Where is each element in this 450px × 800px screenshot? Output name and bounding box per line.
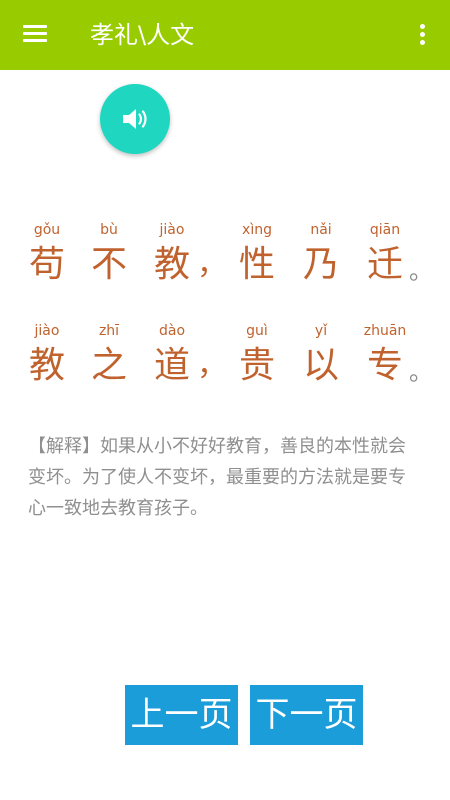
verse-char-cell: dào 道 xyxy=(150,322,194,388)
previous-page-button[interactable]: 上一页 xyxy=(125,685,238,745)
verse-char-cell: nǎi 乃 xyxy=(299,221,343,287)
pinyin: gǒu xyxy=(33,222,61,238)
verse-char-cell: zhī 之 xyxy=(87,322,131,388)
pinyin: zhuān xyxy=(363,323,407,339)
next-page-button[interactable]: 下一页 xyxy=(250,685,363,745)
verse-line-2: jiào 教 zhī 之 dào 道 ， guì 贵 yǐ 以 zhuān 专 … xyxy=(25,322,445,392)
pinyin: zhī xyxy=(98,323,120,339)
explanation-text: 【解释】如果从小不好好教育，善良的本性就会变坏。为了使人不变坏，最重要的方法就是… xyxy=(28,436,406,519)
verse-char-cell: guì 贵 xyxy=(235,322,279,388)
pinyin: jiào xyxy=(159,222,185,238)
pinyin: bù xyxy=(100,222,118,238)
hanzi: 之 xyxy=(90,345,127,386)
verse-char-cell: xìng 性 xyxy=(235,221,279,287)
play-audio-button[interactable] xyxy=(100,84,170,154)
pinyin: jiào xyxy=(34,323,60,339)
verse-char-cell: qiān 迁 xyxy=(363,221,407,287)
verse-char-cell: jiào 教 xyxy=(150,221,194,287)
pinyin: qiān xyxy=(369,222,401,238)
pinyin: guì xyxy=(246,323,268,339)
comma: ， xyxy=(197,348,227,383)
hamburger-menu-icon[interactable] xyxy=(23,25,47,43)
app-title: 孝礼\人文 xyxy=(90,21,195,49)
period: 。 xyxy=(409,358,433,386)
more-options-icon[interactable] xyxy=(416,24,428,46)
verse-char-cell: bù 不 xyxy=(87,221,131,287)
hanzi: 以 xyxy=(302,345,339,386)
hanzi: 不 xyxy=(90,244,127,285)
verse-line-1: gǒu 苟 bù 不 jiào 教 ， xìng 性 nǎi 乃 qiān 迁 … xyxy=(25,221,445,291)
pinyin: dào xyxy=(158,323,186,339)
verse-char-cell: jiào 教 xyxy=(25,322,69,388)
verse-char-cell: zhuān 专 xyxy=(363,322,407,388)
app-bar: 孝礼\人文 xyxy=(0,0,450,70)
pinyin: yǐ xyxy=(314,323,328,339)
pinyin: nǎi xyxy=(310,222,332,238)
hanzi: 迁 xyxy=(366,244,403,285)
period: 。 xyxy=(409,257,433,285)
hanzi: 教 xyxy=(153,244,190,285)
hanzi: 苟 xyxy=(28,244,65,285)
hanzi: 贵 xyxy=(238,345,275,386)
hanzi: 性 xyxy=(238,244,275,285)
hanzi: 专 xyxy=(366,345,403,386)
hanzi: 教 xyxy=(28,345,65,386)
verse-char-cell: gǒu 苟 xyxy=(25,221,69,287)
hanzi: 道 xyxy=(153,345,190,386)
hanzi: 乃 xyxy=(302,244,339,285)
pinyin: xìng xyxy=(242,222,272,238)
speaker-icon xyxy=(123,109,147,129)
verse-char-cell: yǐ 以 xyxy=(299,322,343,388)
comma: ， xyxy=(197,247,227,282)
